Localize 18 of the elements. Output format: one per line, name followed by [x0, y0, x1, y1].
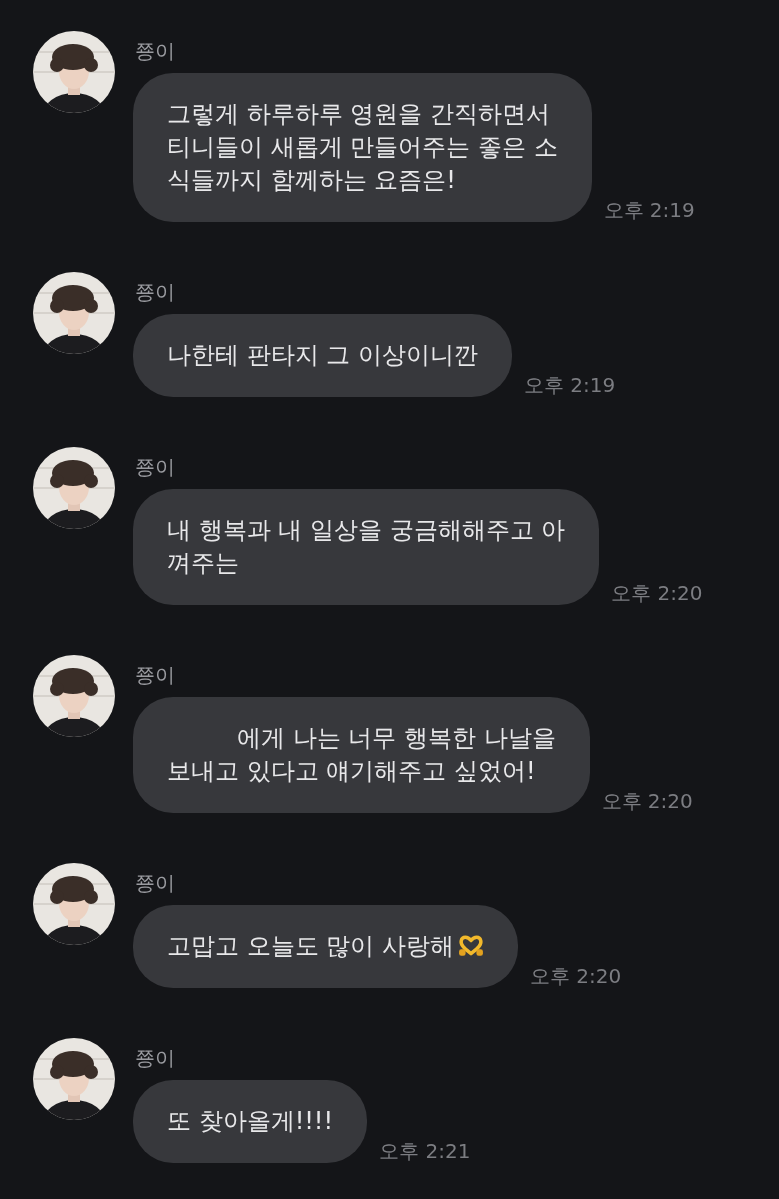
message-bubble: 고맙고 오늘도 많이 사랑해 — [133, 905, 518, 988]
message-bubble: 에게 나는 너무 행복한 나날을 보내고 있다고 얘기해주고 싶었어! — [133, 697, 590, 813]
message-bubble: 나한테 판타지 그 이상이니깐 — [133, 314, 512, 397]
sender-name: 쭁이 — [135, 455, 175, 479]
message-time: 오후 2:20 — [601, 789, 693, 813]
message-time: 오후 2:20 — [611, 581, 703, 605]
sender-name: 쭁이 — [135, 280, 175, 304]
message-bubble: 그렇게 하루하루 영원을 간직하면서 티니들이 새롭게 만들어주는 좋은 소 식들까지 함께하는 요즘은! — [133, 73, 592, 222]
message-time: 오후 2:19 — [603, 198, 695, 222]
message-bubble: 또 찾아올게!!!! — [133, 1080, 368, 1163]
sender-name: 쭁이 — [135, 871, 175, 895]
sender-name: 쭁이 — [135, 1046, 175, 1070]
message-bubble: 내 행복과 내 일상을 궁금해해주고 아 껴주는 — [133, 489, 600, 605]
message-time: 오후 2:20 — [529, 964, 622, 988]
message-time: 오후 2:21 — [379, 1139, 471, 1163]
message-time: 오후 2:19 — [523, 373, 616, 397]
sender-name: 쭁이 — [135, 663, 175, 687]
sender-name: 쭁이 — [135, 39, 175, 63]
